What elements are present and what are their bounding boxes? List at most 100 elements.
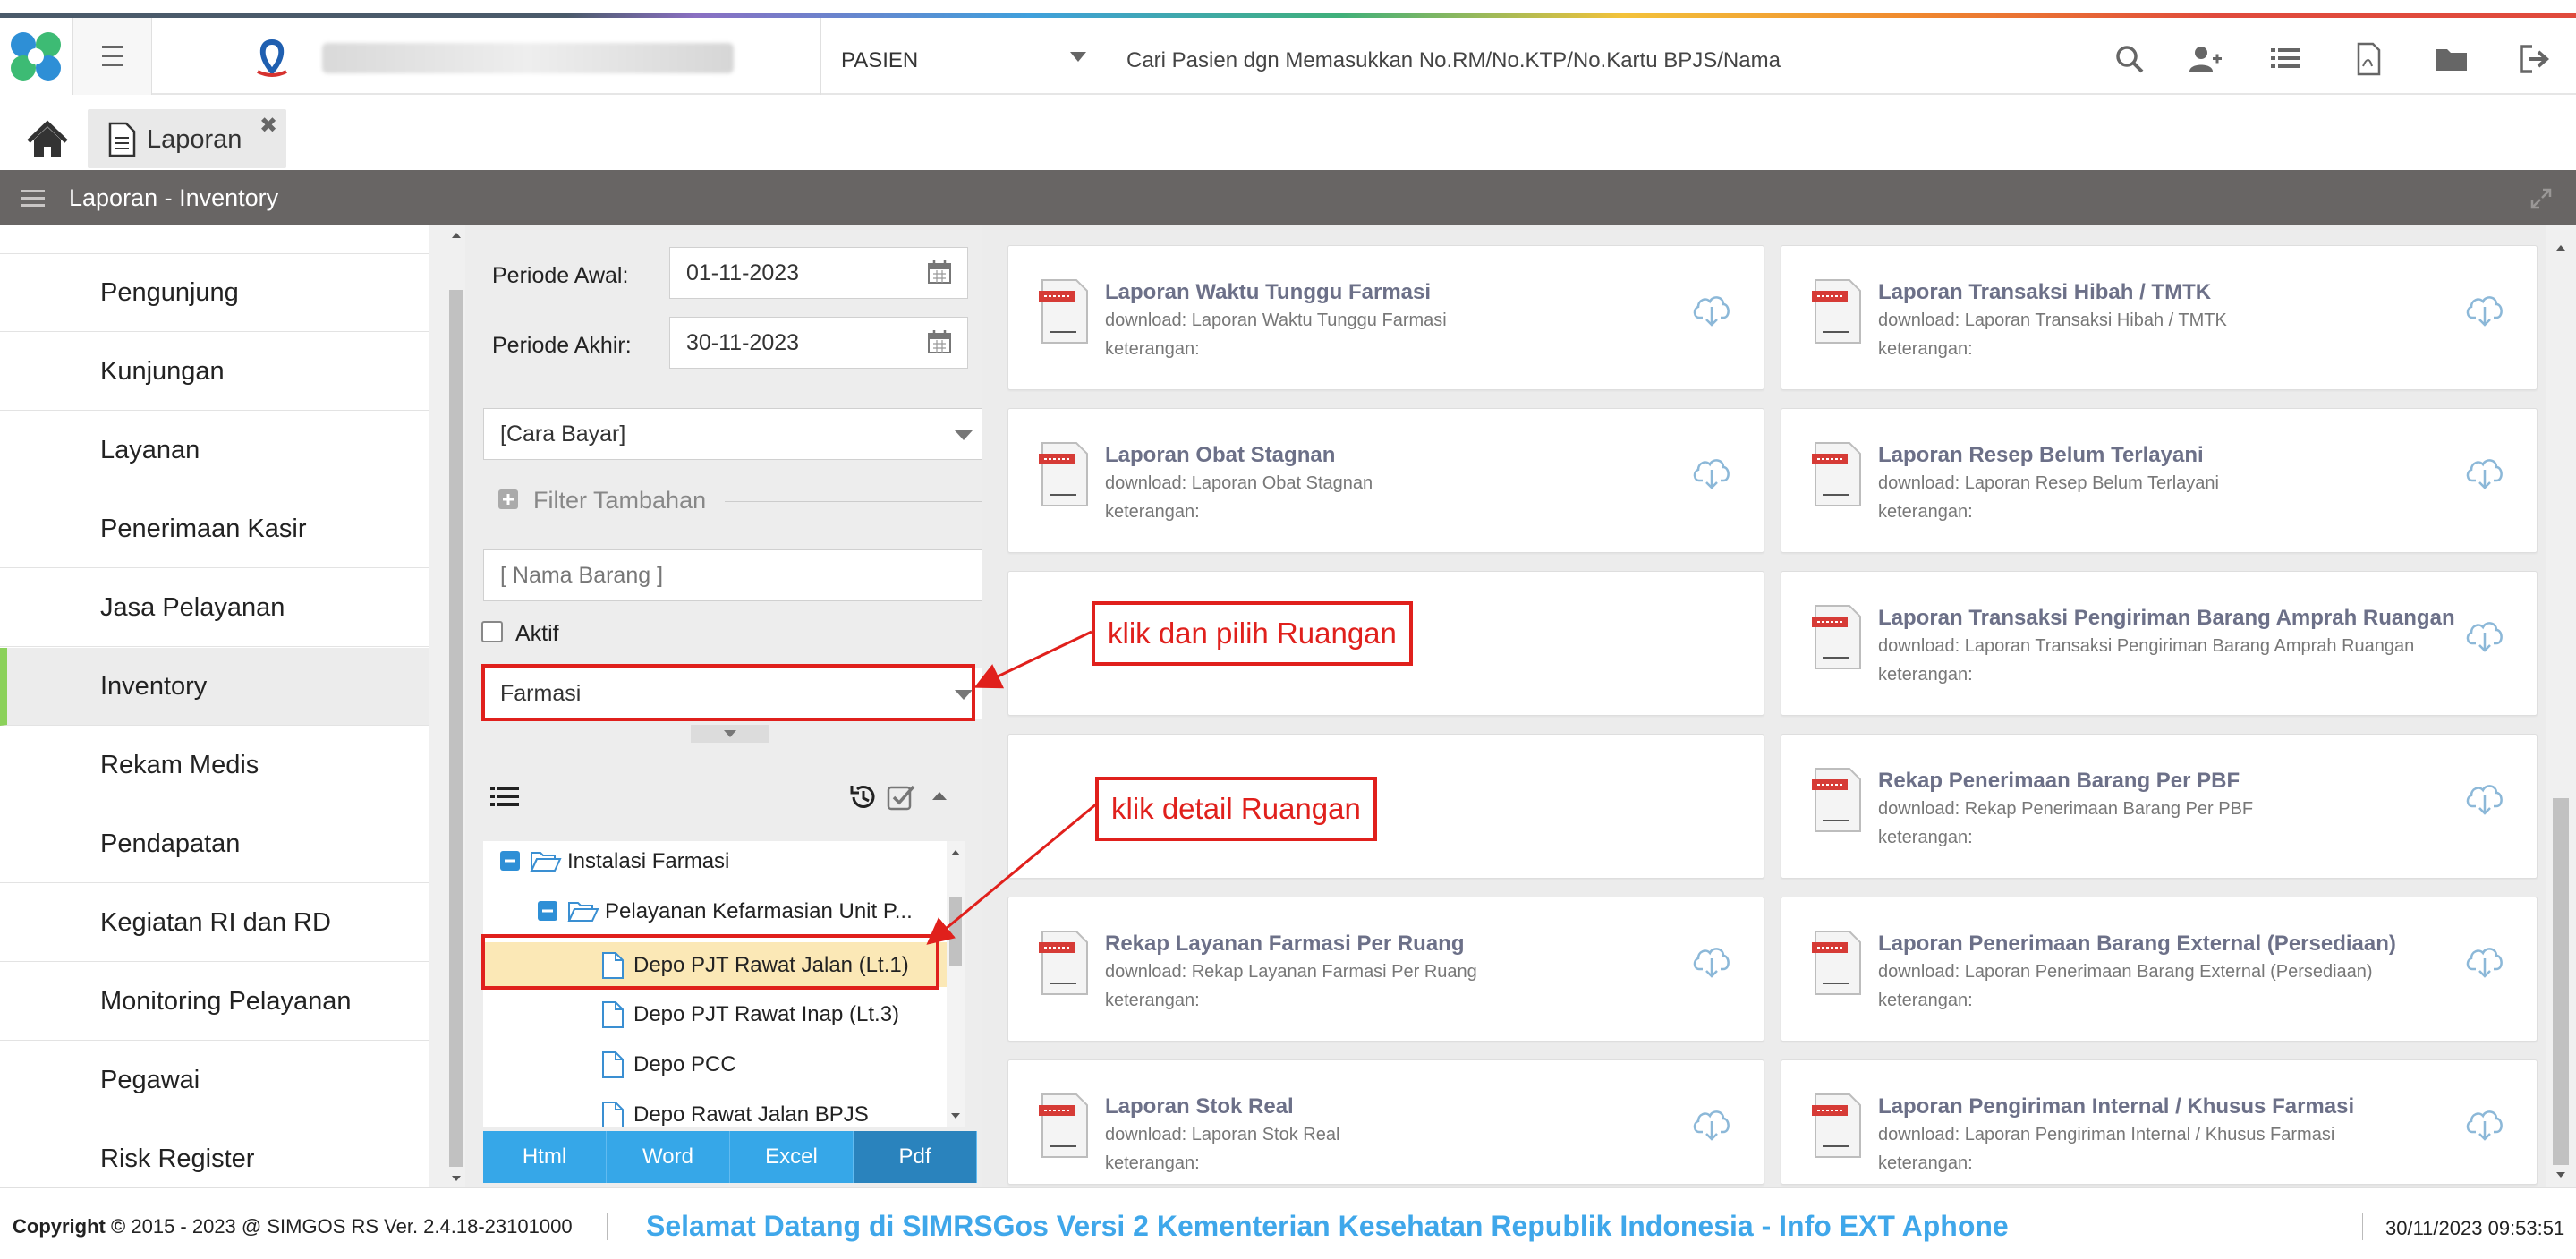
list-icon[interactable] — [490, 784, 519, 809]
report-card[interactable]: Laporan Waktu Tunggu Farmasi download: La… — [1007, 245, 1764, 390]
cloud-download-icon[interactable] — [2463, 450, 2506, 493]
sidebar-item-inventory[interactable]: Inventory — [0, 648, 429, 726]
search-category-select[interactable]: PASIEN — [841, 48, 918, 73]
scrollbar-thumb[interactable] — [449, 290, 463, 1167]
scrollbar-thumb[interactable] — [2553, 798, 2569, 1165]
calendar-icon[interactable] — [926, 259, 953, 285]
report-card[interactable]: Rekap Layanan Farmasi Per Ruang download:… — [1007, 897, 1764, 1042]
sidebar-item-pengunjung[interactable]: Pengunjung — [0, 254, 429, 332]
report-title[interactable]: Laporan Penerimaan Barang External (Pers… — [1878, 931, 2396, 957]
collapse-handle[interactable] — [691, 725, 769, 743]
report-card[interactable]: Laporan Stok Real download: Laporan Stok … — [1007, 1059, 1764, 1185]
chevron-up-icon[interactable] — [931, 789, 948, 802]
periode-akhir-field[interactable]: 30-11-2023 — [669, 317, 968, 369]
report-card[interactable]: Laporan Pengiriman Internal / Khusus Far… — [1781, 1059, 2538, 1185]
history-icon[interactable] — [848, 782, 879, 812]
export-html-button[interactable]: Html — [483, 1131, 607, 1183]
report-title[interactable]: Laporan Obat Stagnan — [1105, 443, 1335, 468]
tree-node-child[interactable]: Pelayanan Kefarmasian Unit P... — [483, 891, 947, 931]
sidebar-item-monitoring-pelayanan[interactable]: Monitoring Pelayanan — [0, 963, 429, 1041]
tree-node-depo-pjt-rawat-inap[interactable]: Depo PJT Rawat Inap (Lt.3) — [483, 993, 947, 1038]
app-logo[interactable] — [0, 18, 73, 95]
search-icon[interactable] — [2112, 41, 2147, 77]
patient-search-input[interactable]: Cari Pasien dgn Memasukkan No.RM/No.KTP/… — [1126, 48, 1781, 73]
cloud-download-icon[interactable] — [1690, 450, 1733, 493]
check-square-icon[interactable] — [886, 782, 916, 812]
cloud-download-icon[interactable] — [1690, 287, 1733, 330]
report-card[interactable]: Laporan Obat Stagnan download: Laporan Ob… — [1007, 408, 1764, 553]
report-card[interactable]: Laporan Transaksi Hibah / TMTK download: … — [1781, 245, 2538, 390]
tree-node-depo-rawat-jalan-bpjs[interactable]: Depo Rawat Jalan BPJS — [483, 1093, 947, 1127]
cloud-download-icon[interactable] — [1690, 939, 1733, 982]
cloud-download-icon[interactable] — [2463, 939, 2506, 982]
sidebar-item-layanan[interactable]: Layanan — [0, 412, 429, 489]
tab-laporan[interactable]: Laporan ✖ — [88, 109, 286, 168]
cara-bayar-select[interactable]: [Cara Bayar] — [483, 408, 993, 460]
report-category-sidebar: Pengunjung Kunjungan Layanan Penerimaan … — [0, 225, 429, 1198]
report-card[interactable]: Laporan Resep Belum Terlayani download: L… — [1781, 408, 2538, 553]
sidebar-item-pegawai[interactable]: Pegawai — [0, 1042, 429, 1119]
file-icon — [602, 1102, 624, 1127]
tree-node-root[interactable]: Instalasi Farmasi — [483, 841, 947, 880]
sidebar-item-kunjungan[interactable]: Kunjungan — [0, 333, 429, 411]
nama-barang-input[interactable]: [ Nama Barang ] — [483, 549, 993, 601]
pdf-file-icon[interactable] — [2351, 41, 2386, 77]
scroll-up-icon[interactable] — [451, 231, 462, 240]
cloud-download-icon[interactable] — [2463, 613, 2506, 656]
scroll-up-icon[interactable] — [2555, 243, 2566, 252]
sidebar-item-risk-register[interactable]: Risk Register — [0, 1120, 429, 1198]
collapse-square-icon[interactable] — [537, 900, 558, 922]
folder-icon[interactable] — [2434, 41, 2470, 77]
scroll-down-icon[interactable] — [451, 1174, 462, 1183]
report-title[interactable]: Rekap Layanan Farmasi Per Ruang — [1105, 931, 1464, 957]
cloud-download-icon[interactable] — [2463, 1102, 2506, 1144]
tree-scrollbar[interactable] — [947, 841, 965, 1127]
calendar-icon[interactable] — [926, 328, 953, 355]
report-title[interactable]: Rekap Penerimaan Barang Per PBF — [1878, 769, 2240, 794]
filter-tambahan-toggle[interactable]: Filter Tambahan — [533, 487, 706, 515]
report-card[interactable]: Laporan Penerimaan Barang External (Pers… — [1781, 897, 2538, 1042]
report-document-icon — [1039, 442, 1088, 506]
annotation-pilih-ruangan: klik dan pilih Ruangan — [1092, 601, 1413, 666]
report-title[interactable]: Laporan Resep Belum Terlayani — [1878, 443, 2204, 468]
report-title[interactable]: Laporan Transaksi Hibah / TMTK — [1878, 280, 2211, 305]
plus-square-icon[interactable] — [497, 489, 519, 510]
report-scrollbar[interactable] — [2546, 225, 2576, 1187]
report-card[interactable]: Rekap Penerimaan Barang Per PBF download:… — [1781, 734, 2538, 879]
report-title[interactable]: Laporan Pengiriman Internal / Khusus Far… — [1878, 1094, 2354, 1119]
sidebar-item-kegiatan-ri-rd[interactable]: Kegiatan RI dan RD — [0, 884, 429, 962]
periode-akhir-label: Periode Akhir: — [492, 333, 632, 358]
logout-icon[interactable] — [2516, 41, 2552, 77]
aktif-checkbox[interactable] — [481, 621, 503, 642]
export-pdf-button[interactable]: Pdf — [854, 1131, 977, 1183]
scrollbar-thumb[interactable] — [949, 897, 962, 966]
home-tab[interactable] — [20, 113, 75, 168]
sidebar-item-pendapatan[interactable]: Pendapatan — [0, 805, 429, 883]
chevron-down-icon[interactable] — [1070, 52, 1086, 62]
scroll-down-icon[interactable] — [950, 1111, 961, 1120]
cloud-download-icon[interactable] — [2463, 776, 2506, 819]
cloud-download-icon[interactable] — [1690, 1102, 1733, 1144]
scroll-down-icon[interactable] — [2555, 1170, 2566, 1179]
export-word-button[interactable]: Word — [607, 1131, 730, 1183]
add-user-icon[interactable] — [2187, 41, 2223, 77]
cloud-download-icon[interactable] — [2463, 287, 2506, 330]
close-icon[interactable]: ✖ — [259, 113, 277, 139]
report-title[interactable]: Laporan Stok Real — [1105, 1094, 1294, 1119]
sidebar-item-jasa-pelayanan[interactable]: Jasa Pelayanan — [0, 569, 429, 647]
export-excel-button[interactable]: Excel — [730, 1131, 854, 1183]
periode-awal-field[interactable]: 01-11-2023 — [669, 247, 968, 299]
hamburger-menu-button[interactable] — [73, 18, 152, 95]
filter-scrollbar[interactable] — [447, 225, 465, 1187]
menu-toggle-icon[interactable] — [21, 188, 47, 209]
sidebar-item-rekam-medis[interactable]: Rekam Medis — [0, 727, 429, 804]
report-card[interactable]: Laporan Transaksi Pengiriman Barang Ampr… — [1781, 571, 2538, 716]
collapse-square-icon[interactable] — [499, 850, 521, 872]
scroll-up-icon[interactable] — [950, 848, 961, 857]
report-title[interactable]: Laporan Transaksi Pengiriman Barang Ampr… — [1878, 606, 2455, 631]
list-icon[interactable] — [2267, 41, 2303, 77]
tree-node-depo-pcc[interactable]: Depo PCC — [483, 1043, 947, 1088]
expand-icon[interactable] — [2529, 186, 2554, 211]
report-title[interactable]: Laporan Waktu Tunggu Farmasi — [1105, 280, 1431, 305]
sidebar-item-penerimaan-kasir[interactable]: Penerimaan Kasir — [0, 490, 429, 568]
